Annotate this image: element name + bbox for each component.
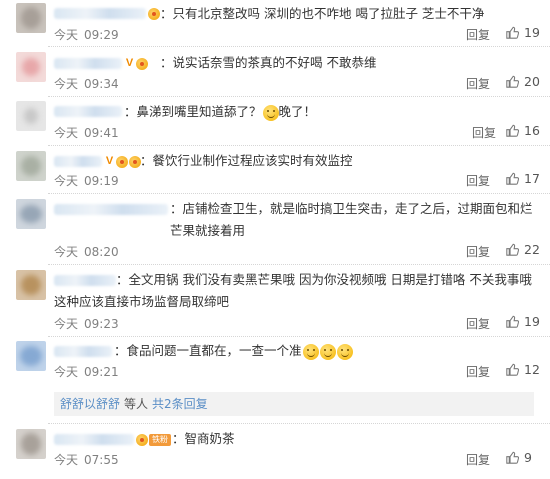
reply-button[interactable]: 回复	[472, 124, 496, 141]
thumb-up-icon	[506, 315, 519, 328]
thumb-up-icon	[506, 75, 519, 88]
avatar[interactable]	[16, 429, 46, 459]
comment-time: 今天 09:21	[54, 365, 119, 379]
like-button[interactable]: 17	[506, 171, 540, 186]
comment-time: 今天 09:41	[54, 126, 119, 140]
medal-icon	[136, 57, 148, 70]
reply-button[interactable]: 回复	[466, 451, 490, 468]
medal-icon	[148, 7, 160, 20]
username-blurred[interactable]	[54, 106, 122, 117]
reply-button[interactable]: 回复	[466, 172, 490, 189]
comment-text: ：餐饮行业制作过程应该实时有效监控	[140, 153, 353, 168]
comment-text: ：智商奶茶	[172, 431, 235, 446]
like-button[interactable]: 20	[506, 74, 540, 89]
reply-button[interactable]: 回复	[466, 363, 490, 380]
like-button[interactable]: 12	[506, 362, 540, 377]
divider	[48, 193, 550, 194]
comment-time: 今天 07:55	[54, 453, 119, 467]
like-button[interactable]: 9	[506, 450, 532, 465]
username-blurred[interactable]	[54, 8, 146, 19]
divider	[48, 46, 550, 47]
like-button[interactable]: 19	[506, 25, 540, 40]
like-button[interactable]: 22	[506, 242, 540, 257]
avatar[interactable]	[16, 270, 46, 300]
smile-emoji-icon	[319, 343, 336, 360]
view-all-replies-link[interactable]: 共2条回复	[152, 397, 208, 411]
comment-text: ：说实话奈雪的茶真的不好喝 不敢恭维	[160, 55, 377, 70]
comment-text: ：鼻涕到嘴里知道舔了？ 晚了！	[124, 104, 317, 121]
divider	[48, 423, 550, 424]
subreply-mid-text: 等人	[124, 397, 149, 411]
user-badge	[148, 7, 160, 20]
divider	[48, 145, 550, 146]
comment-time: 今天 09:19	[54, 174, 119, 188]
reply-button[interactable]: 回复	[466, 26, 490, 43]
medal-icon	[116, 155, 128, 168]
comment-text: ：店铺检查卫生，就是临时搞卫生突击，走了之后，过期面包和烂芒果就接着用	[170, 201, 533, 238]
avatar[interactable]	[16, 3, 46, 33]
verified-v-icon: V	[105, 155, 114, 167]
smile-emoji-icon	[302, 343, 319, 360]
thumb-up-icon	[506, 26, 519, 39]
thinking-emoji-icon	[262, 104, 279, 121]
username-blurred[interactable]	[54, 434, 134, 445]
username-blurred[interactable]	[54, 58, 122, 69]
reply-button[interactable]: 回复	[466, 315, 490, 332]
username-blurred[interactable]	[54, 156, 102, 167]
subreply-summary: 舒舒以舒舒 等人 共2条回复	[54, 392, 534, 416]
user-badge: 铁粉	[136, 433, 171, 446]
thumb-up-icon	[506, 124, 519, 137]
reply-button[interactable]: 回复	[466, 243, 490, 260]
smile-emoji-icon	[336, 343, 353, 360]
comment-text: ：全文用锅 我们没有卖黑芒果哦 因为你没视频哦 日期是打错咯 不关我事哦 这种应…	[54, 272, 532, 309]
username-blurred[interactable]	[54, 346, 112, 357]
comment-time: 今天 09:34	[54, 77, 119, 91]
like-button[interactable]: 16	[506, 123, 540, 138]
comment-time: 今天 08:20	[54, 245, 119, 259]
comment-text: ：食品问题一直都在，一查一个准	[114, 340, 353, 362]
avatar[interactable]	[16, 199, 46, 229]
medal-icon	[136, 433, 148, 446]
verified-v-icon: V	[125, 57, 134, 69]
user-badge: V	[104, 155, 141, 168]
comment-text: ：只有北京整改吗 深圳的也不咋地 喝了拉肚子 芝士不干净	[160, 6, 485, 21]
fan-tag-badge: 铁粉	[149, 433, 171, 446]
divider	[48, 96, 550, 97]
thumb-up-icon	[506, 172, 519, 185]
avatar[interactable]	[16, 52, 46, 82]
avatar[interactable]	[16, 151, 46, 181]
like-button[interactable]: 19	[506, 314, 540, 329]
username-blurred[interactable]	[54, 204, 168, 215]
avatar[interactable]	[16, 101, 46, 131]
comment-time: 今天 09:29	[54, 28, 119, 42]
thumb-up-icon	[506, 451, 519, 464]
avatar[interactable]	[16, 341, 46, 371]
thumb-up-icon	[506, 243, 519, 256]
thumb-up-icon	[506, 363, 519, 376]
subreply-user-link[interactable]: 舒舒以舒舒	[60, 397, 120, 411]
reply-button[interactable]: 回复	[466, 75, 490, 92]
divider	[48, 336, 550, 337]
comment-time: 今天 09:23	[54, 317, 119, 331]
divider	[48, 264, 550, 265]
user-badge: V	[124, 57, 148, 70]
